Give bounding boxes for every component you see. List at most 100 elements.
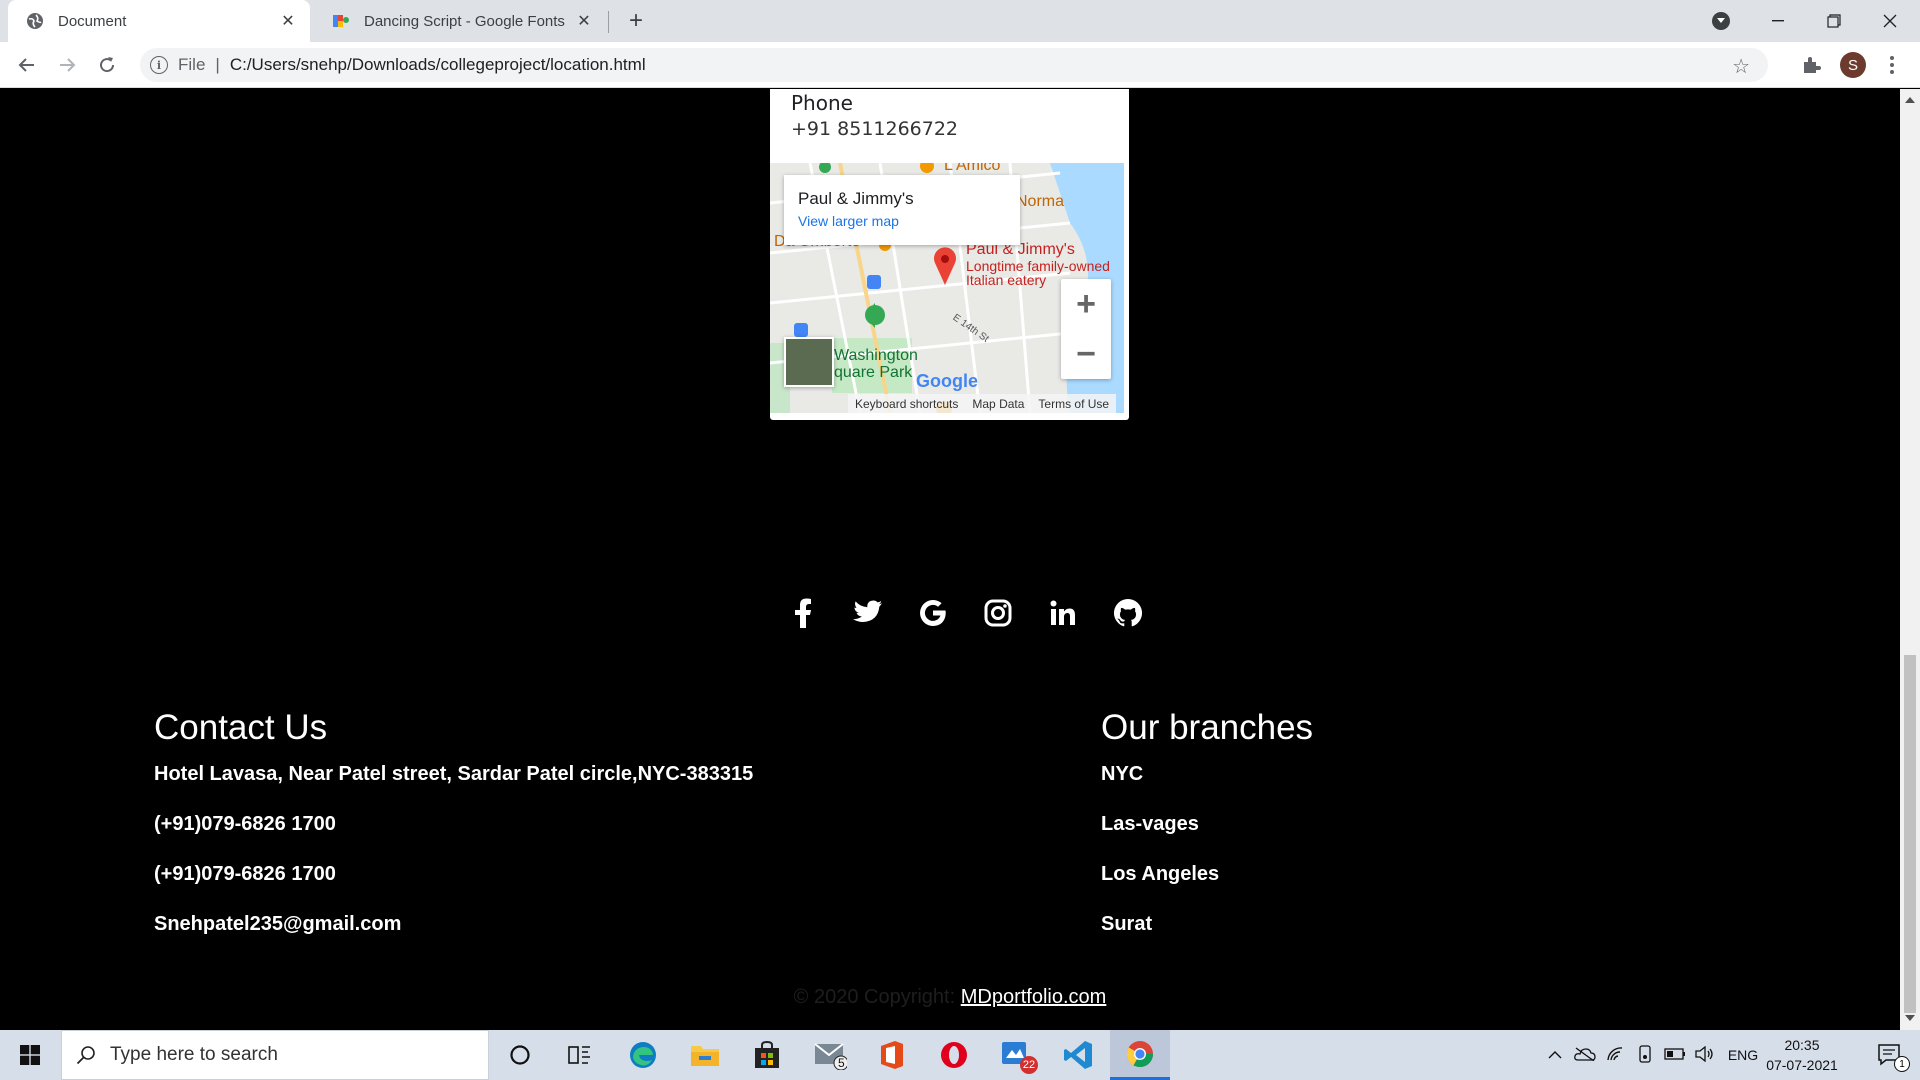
mail-icon[interactable]: 5 — [800, 1030, 860, 1080]
scroll-up-arrow[interactable] — [1905, 97, 1915, 103]
page-scrollbar[interactable] — [1900, 89, 1920, 1030]
tab-google-fonts[interactable]: Dancing Script - Google Fonts ✕ — [314, 0, 606, 42]
close-window-button[interactable] — [1862, 0, 1918, 42]
taskbar-search[interactable]: Type here to search — [61, 1030, 489, 1080]
zoom-out-button[interactable]: − — [1061, 329, 1111, 379]
edge-icon[interactable] — [613, 1030, 673, 1080]
google-fonts-icon — [332, 12, 350, 30]
branch-item: NYC — [1101, 763, 1144, 785]
search-icon — [76, 1045, 96, 1065]
opera-icon[interactable] — [924, 1030, 984, 1080]
facebook-icon[interactable] — [770, 593, 835, 633]
wifi-icon[interactable] — [1600, 1046, 1630, 1065]
scrollbar-thumb[interactable] — [1904, 655, 1916, 1013]
back-button[interactable] — [12, 50, 42, 80]
page-viewport: Phone +91 8511266722 L'Amico Norma Washi… — [0, 89, 1900, 1030]
keyboard-shortcuts-link[interactable]: Keyboard shortcuts — [848, 397, 965, 411]
clock[interactable]: 20:35 07-07-2021 — [1764, 1035, 1840, 1075]
contact-title: Contact Us — [154, 708, 328, 747]
tab-separator — [608, 11, 609, 33]
language-indicator[interactable]: ENG — [1720, 1047, 1766, 1063]
file-explorer-icon[interactable] — [675, 1030, 735, 1080]
windows-start-icon[interactable] — [0, 1030, 60, 1080]
device-icon[interactable] — [1630, 1044, 1660, 1066]
system-tray: ENG — [1540, 1030, 1766, 1080]
close-icon[interactable]: ✕ — [276, 9, 300, 33]
twitter-icon[interactable] — [835, 593, 900, 633]
map-label: Washington — [834, 347, 918, 364]
location-card: Phone +91 8511266722 L'Amico Norma Washi… — [770, 89, 1129, 420]
view-larger-map-link[interactable]: View larger map — [798, 213, 899, 229]
branch-item: Los Angeles — [1101, 863, 1220, 885]
clock-date: 07-07-2021 — [1766, 1057, 1838, 1073]
branch-item: Las-vages — [1101, 813, 1199, 835]
map-data-link[interactable]: Map Data — [965, 397, 1031, 411]
browser-toolbar: i File | C:/Users/snehp/Downloads/colleg… — [0, 42, 1920, 88]
office-icon[interactable] — [862, 1030, 922, 1080]
notification-badge: 22 — [1020, 1056, 1038, 1074]
satellite-toggle[interactable] — [784, 337, 834, 387]
tab-search-icon[interactable] — [1712, 12, 1730, 30]
tab-strip: Document ✕ Dancing Script - Google Fonts… — [0, 0, 1920, 42]
profile-avatar[interactable]: S — [1840, 52, 1866, 78]
zoom-in-button[interactable]: + — [1061, 279, 1111, 329]
pin-title: Paul & Jimmy's — [966, 241, 1075, 258]
branches-title: Our branches — [1101, 708, 1314, 747]
pin-desc: Italian eatery — [966, 272, 1047, 288]
social-icons — [770, 593, 1160, 633]
tab-title: Document — [58, 12, 127, 30]
contact-email: Snehpatel235@gmail.com — [154, 913, 402, 935]
branch-item: Surat — [1101, 913, 1153, 935]
place-name: Paul & Jimmy's — [798, 189, 914, 208]
map-info-box: Paul & Jimmy's View larger map — [784, 175, 1020, 245]
info-icon[interactable]: i — [150, 56, 168, 74]
address-bar[interactable]: i File | C:/Users/snehp/Downloads/colleg… — [140, 48, 1768, 82]
embedded-map[interactable]: L'Amico Norma Da Umberto Washington quar… — [770, 163, 1124, 413]
battery-icon[interactable] — [1660, 1047, 1690, 1063]
volume-icon[interactable] — [1690, 1045, 1720, 1065]
extensions-icon[interactable] — [1800, 54, 1822, 76]
pin-desc: Longtime family-owned — [966, 258, 1110, 274]
chrome-icon[interactable] — [1110, 1030, 1170, 1080]
contact-phone: (+91)079-6826 1700 — [154, 863, 336, 885]
google-icon[interactable] — [900, 593, 965, 633]
close-icon[interactable]: ✕ — [572, 9, 596, 33]
menu-icon[interactable] — [1886, 52, 1898, 78]
github-icon[interactable] — [1095, 593, 1160, 633]
url-scheme: File — [178, 55, 206, 74]
vscode-icon[interactable] — [1048, 1030, 1108, 1080]
task-view-icon[interactable] — [550, 1030, 610, 1080]
branches-section: Our branches NYC Las-vages Los Angeles S… — [1101, 708, 1313, 964]
minimize-button[interactable] — [1750, 0, 1806, 42]
phone-label: Phone — [791, 91, 853, 115]
new-tab-button[interactable]: + — [622, 7, 650, 35]
globe-icon — [26, 12, 44, 30]
map-label: quare Park — [834, 364, 913, 381]
badged-app-icon[interactable]: 22 — [986, 1030, 1046, 1080]
zoom-control: + − — [1061, 279, 1111, 379]
cortana-icon[interactable] — [490, 1030, 550, 1080]
portfolio-link[interactable]: MDportfolio.com — [961, 986, 1107, 1008]
contact-address: Hotel Lavasa, Near Patel street, Sardar … — [154, 763, 754, 785]
tab-title: Dancing Script - Google Fonts — [364, 12, 565, 30]
bookmark-star-icon[interactable]: ☆ — [1732, 54, 1750, 79]
notification-count: 1 — [1894, 1056, 1910, 1072]
onedrive-icon[interactable] — [1570, 1046, 1600, 1064]
tab-document[interactable]: Document ✕ — [8, 0, 310, 42]
copyright: © 2020 Copyright: MDportfolio.com — [0, 986, 1900, 1009]
mail-badge: 5 — [838, 1056, 845, 1070]
terms-of-use-link[interactable]: Terms of Use — [1031, 397, 1116, 411]
linkedin-icon[interactable] — [1030, 593, 1095, 633]
instagram-icon[interactable] — [965, 593, 1030, 633]
url-divider: | — [215, 55, 220, 74]
chevron-up-icon[interactable] — [1540, 1047, 1570, 1063]
store-icon[interactable] — [737, 1030, 797, 1080]
reload-button[interactable] — [92, 50, 122, 80]
map-attribution: Keyboard shortcuts Map Data Terms of Use — [848, 394, 1117, 413]
forward-button[interactable] — [52, 50, 82, 80]
url-text[interactable]: C:/Users/snehp/Downloads/collegeproject/… — [230, 55, 646, 75]
restore-button[interactable] — [1806, 0, 1862, 42]
notification-center-icon[interactable]: 1 — [1860, 1030, 1920, 1080]
google-logo: Google — [916, 371, 978, 391]
scroll-down-arrow[interactable] — [1905, 1015, 1915, 1021]
